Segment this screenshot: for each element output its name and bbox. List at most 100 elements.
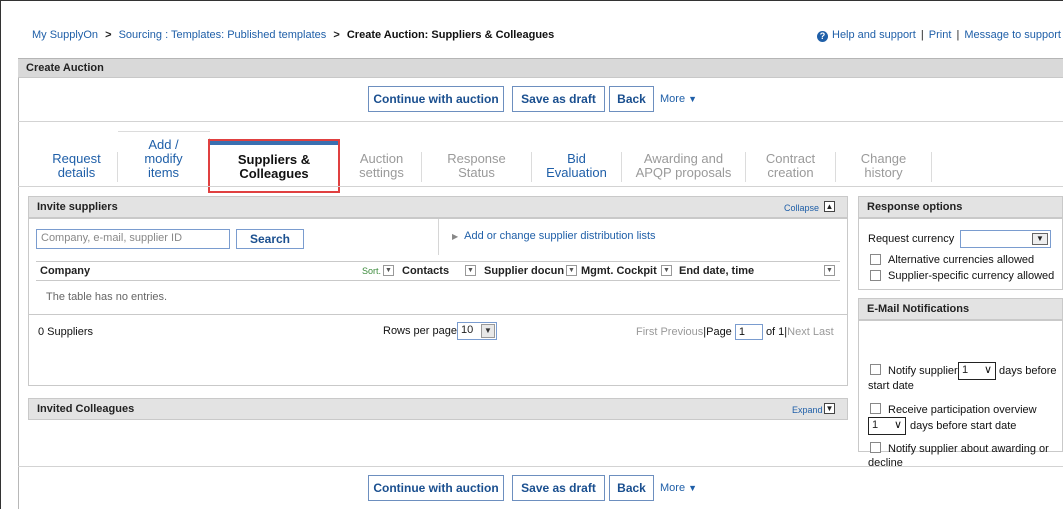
tab-label: Add / — [148, 137, 179, 152]
supplier-currency-label: Supplier-specific currency allowed — [888, 270, 1055, 282]
notify-supplier-label: Notify supplier — [888, 365, 958, 377]
supplier-table-header: Company Sort. ▼ Contacts ▼ Supplier docu… — [36, 261, 840, 281]
bottom-action-bar: Continue with auction Save as draft Back… — [0, 475, 1063, 501]
rows-per-page-label: Rows per page — [383, 325, 457, 337]
caret-down-icon: ▼ — [688, 483, 698, 493]
expand-icon[interactable]: ▼ — [824, 403, 835, 414]
breadcrumb-separator: > — [333, 29, 340, 41]
tab-label: Evaluation — [546, 165, 607, 180]
continue-with-auction-button[interactable]: Continue with auction — [368, 86, 504, 112]
tab-auction-settings[interactable]: Auction settings — [342, 152, 422, 182]
next-page-link[interactable]: Next — [787, 326, 810, 338]
last-page-link[interactable]: Last — [813, 326, 834, 338]
breadcrumb-separator: > — [105, 29, 112, 41]
filter-icon[interactable]: ▼ — [465, 265, 476, 276]
search-button[interactable]: Search — [236, 229, 304, 249]
breadcrumb-supplyon[interactable]: My SupplyOn — [32, 29, 98, 41]
column-end-date[interactable]: End date, time — [679, 265, 754, 277]
tab-awarding-apqp[interactable]: Awarding and APQP proposals — [622, 152, 746, 182]
participation-overview-checkbox[interactable] — [870, 403, 881, 414]
divider — [18, 121, 1063, 122]
previous-page-link[interactable]: Previous — [660, 326, 703, 338]
tab-label: Change — [860, 151, 907, 166]
panel-title: E-Mail Notifications — [867, 303, 970, 315]
notify-days-select[interactable]: 1 ∨ — [958, 362, 996, 380]
page-title: Create Auction — [18, 58, 1063, 78]
participation-days-value: 1 — [872, 419, 879, 431]
first-page-link[interactable]: First — [636, 326, 657, 338]
column-contacts[interactable]: Contacts — [402, 265, 449, 277]
tab-response-status[interactable]: Response Status — [422, 152, 532, 182]
notify-awarding-label-2: decline — [868, 457, 903, 469]
tab-label: Awarding and — [643, 151, 724, 166]
tab-label: Bid — [567, 151, 586, 166]
filter-icon[interactable]: ▼ — [383, 265, 394, 276]
invited-colleagues-header: Invited Colleagues — [28, 398, 848, 420]
column-mgmt-cockpit[interactable]: Mgmt. Cockpit — [581, 265, 657, 277]
tab-contract-creation[interactable]: Contract creation — [746, 152, 836, 182]
request-currency-label: Request currency — [868, 233, 955, 245]
link-divider: | — [956, 29, 960, 41]
sort-link[interactable]: Sort. — [362, 266, 381, 276]
page-number-input[interactable]: 1 — [734, 324, 763, 340]
more-label: More — [660, 93, 686, 105]
column-company[interactable]: Company — [40, 265, 90, 277]
message-support-link[interactable]: Message to support — [964, 29, 1061, 41]
rows-per-page-select[interactable]: 10 ▼ — [457, 322, 497, 340]
filter-icon[interactable]: ▼ — [566, 265, 577, 276]
tab-bid-evaluation[interactable]: Bid Evaluation — [532, 152, 622, 182]
tab-change-history[interactable]: Change history — [836, 152, 932, 182]
pagination: First Previous|Page 1 of 1|Next Last — [636, 324, 834, 340]
triangle-right-icon: ▶ — [452, 232, 459, 241]
column-supplier-documents[interactable]: Supplier docun — [484, 265, 566, 277]
panel-title: Invite suppliers — [37, 201, 118, 213]
more-menu[interactable]: More ▼ — [660, 86, 697, 112]
caret-down-icon: ▼ — [688, 94, 698, 104]
invite-suppliers-header: Invite suppliers — [28, 196, 848, 218]
tab-suppliers-colleagues[interactable]: Suppliers & Colleagues — [208, 139, 340, 193]
tab-label: Auction — [359, 151, 404, 166]
back-button[interactable]: Back — [609, 475, 654, 501]
tab-label: settings — [359, 165, 404, 180]
collapse-link[interactable]: Collapse — [784, 203, 819, 213]
filter-icon[interactable]: ▼ — [661, 265, 672, 276]
filter-icon[interactable]: ▼ — [824, 265, 835, 276]
more-menu[interactable]: More ▼ — [660, 475, 697, 501]
tab-label: items — [147, 165, 180, 180]
window-top-border — [0, 0, 1063, 1]
help-link[interactable]: Help and support — [832, 29, 916, 41]
content-left-border — [18, 78, 19, 509]
divider — [18, 466, 1063, 467]
tab-label: Status — [458, 165, 495, 180]
distribution-lists-label: Add or change supplier distribution list… — [464, 230, 656, 242]
tab-label: details — [57, 165, 96, 180]
active-tab-indicator — [210, 141, 338, 145]
notify-awarding-label: Notify supplier about awarding or — [888, 443, 1049, 455]
tab-request-details[interactable]: Request details — [36, 152, 118, 182]
notify-days-before-label: days before — [999, 365, 1057, 377]
empty-table-message: The table has no entries. — [46, 291, 168, 303]
continue-with-auction-button[interactable]: Continue with auction — [368, 475, 504, 501]
tab-label: Request — [52, 151, 101, 166]
collapse-icon[interactable]: ▲ — [824, 201, 835, 212]
participation-days-label: days before start date — [910, 420, 1017, 432]
email-notifications-header: E-Mail Notifications — [858, 298, 1063, 320]
tab-add-modify-items[interactable]: Add / modify items — [118, 138, 210, 182]
print-link[interactable]: Print — [929, 29, 952, 41]
notify-supplier-checkbox[interactable] — [870, 364, 881, 375]
expand-link[interactable]: Expand — [792, 405, 823, 415]
window-left-border — [0, 0, 1, 509]
save-as-draft-button[interactable]: Save as draft — [512, 86, 605, 112]
tab-label: Contract — [765, 151, 816, 166]
participation-overview-label: Receive participation overview — [888, 404, 1037, 416]
alternative-currencies-checkbox[interactable] — [870, 254, 881, 265]
request-currency-select[interactable]: ▼ — [960, 230, 1051, 248]
supplier-search-input[interactable]: Company, e-mail, supplier ID — [36, 229, 230, 249]
save-as-draft-button[interactable]: Save as draft — [512, 475, 605, 501]
supplier-currency-checkbox[interactable] — [870, 270, 881, 281]
notify-awarding-checkbox[interactable] — [870, 442, 881, 453]
participation-days-select[interactable]: 1 ∨ — [868, 417, 906, 435]
back-button[interactable]: Back — [609, 86, 654, 112]
distribution-lists-link[interactable]: ▶ Add or change supplier distribution lis… — [452, 230, 656, 242]
breadcrumb-templates[interactable]: Sourcing : Templates: Published template… — [119, 29, 327, 41]
